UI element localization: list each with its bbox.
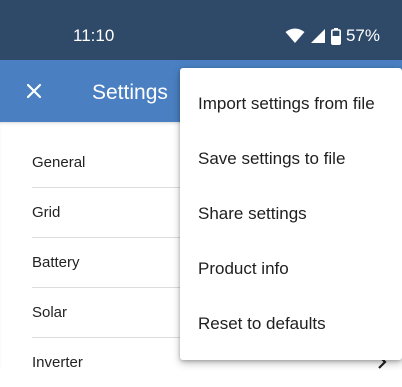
close-button[interactable] [22, 79, 46, 103]
menu-item-label: Import settings from file [198, 94, 375, 113]
menu-item-save-settings[interactable]: Save settings to file [180, 132, 402, 187]
settings-item-label: Inverter [32, 354, 83, 371]
menu-item-label: Reset to defaults [198, 314, 326, 333]
menu-item-reset-defaults[interactable]: Reset to defaults [180, 297, 402, 352]
menu-item-label: Share settings [198, 204, 307, 223]
menu-item-import-settings[interactable]: Import settings from file [180, 77, 402, 132]
menu-item-label: Save settings to file [198, 149, 346, 168]
wifi-icon [285, 28, 305, 43]
status-icons: 57% [285, 26, 380, 46]
settings-item-label: Battery [32, 254, 80, 271]
overflow-menu: Import settings from file Save settings … [180, 68, 402, 360]
status-bar: 11:10 57% [0, 0, 402, 60]
cell-signal-icon [310, 29, 325, 43]
settings-item-label: Solar [32, 304, 68, 321]
battery-percent: 57% [345, 26, 380, 45]
page-title: Settings [92, 81, 168, 104]
close-icon [26, 83, 42, 99]
settings-item-label: General [32, 154, 86, 171]
status-time: 11:10 [73, 26, 115, 45]
battery-icon [330, 27, 341, 45]
settings-item-label: Grid [32, 204, 61, 221]
menu-item-product-info[interactable]: Product info [180, 242, 402, 297]
menu-item-share-settings[interactable]: Share settings [180, 187, 402, 242]
menu-item-label: Product info [198, 259, 289, 278]
